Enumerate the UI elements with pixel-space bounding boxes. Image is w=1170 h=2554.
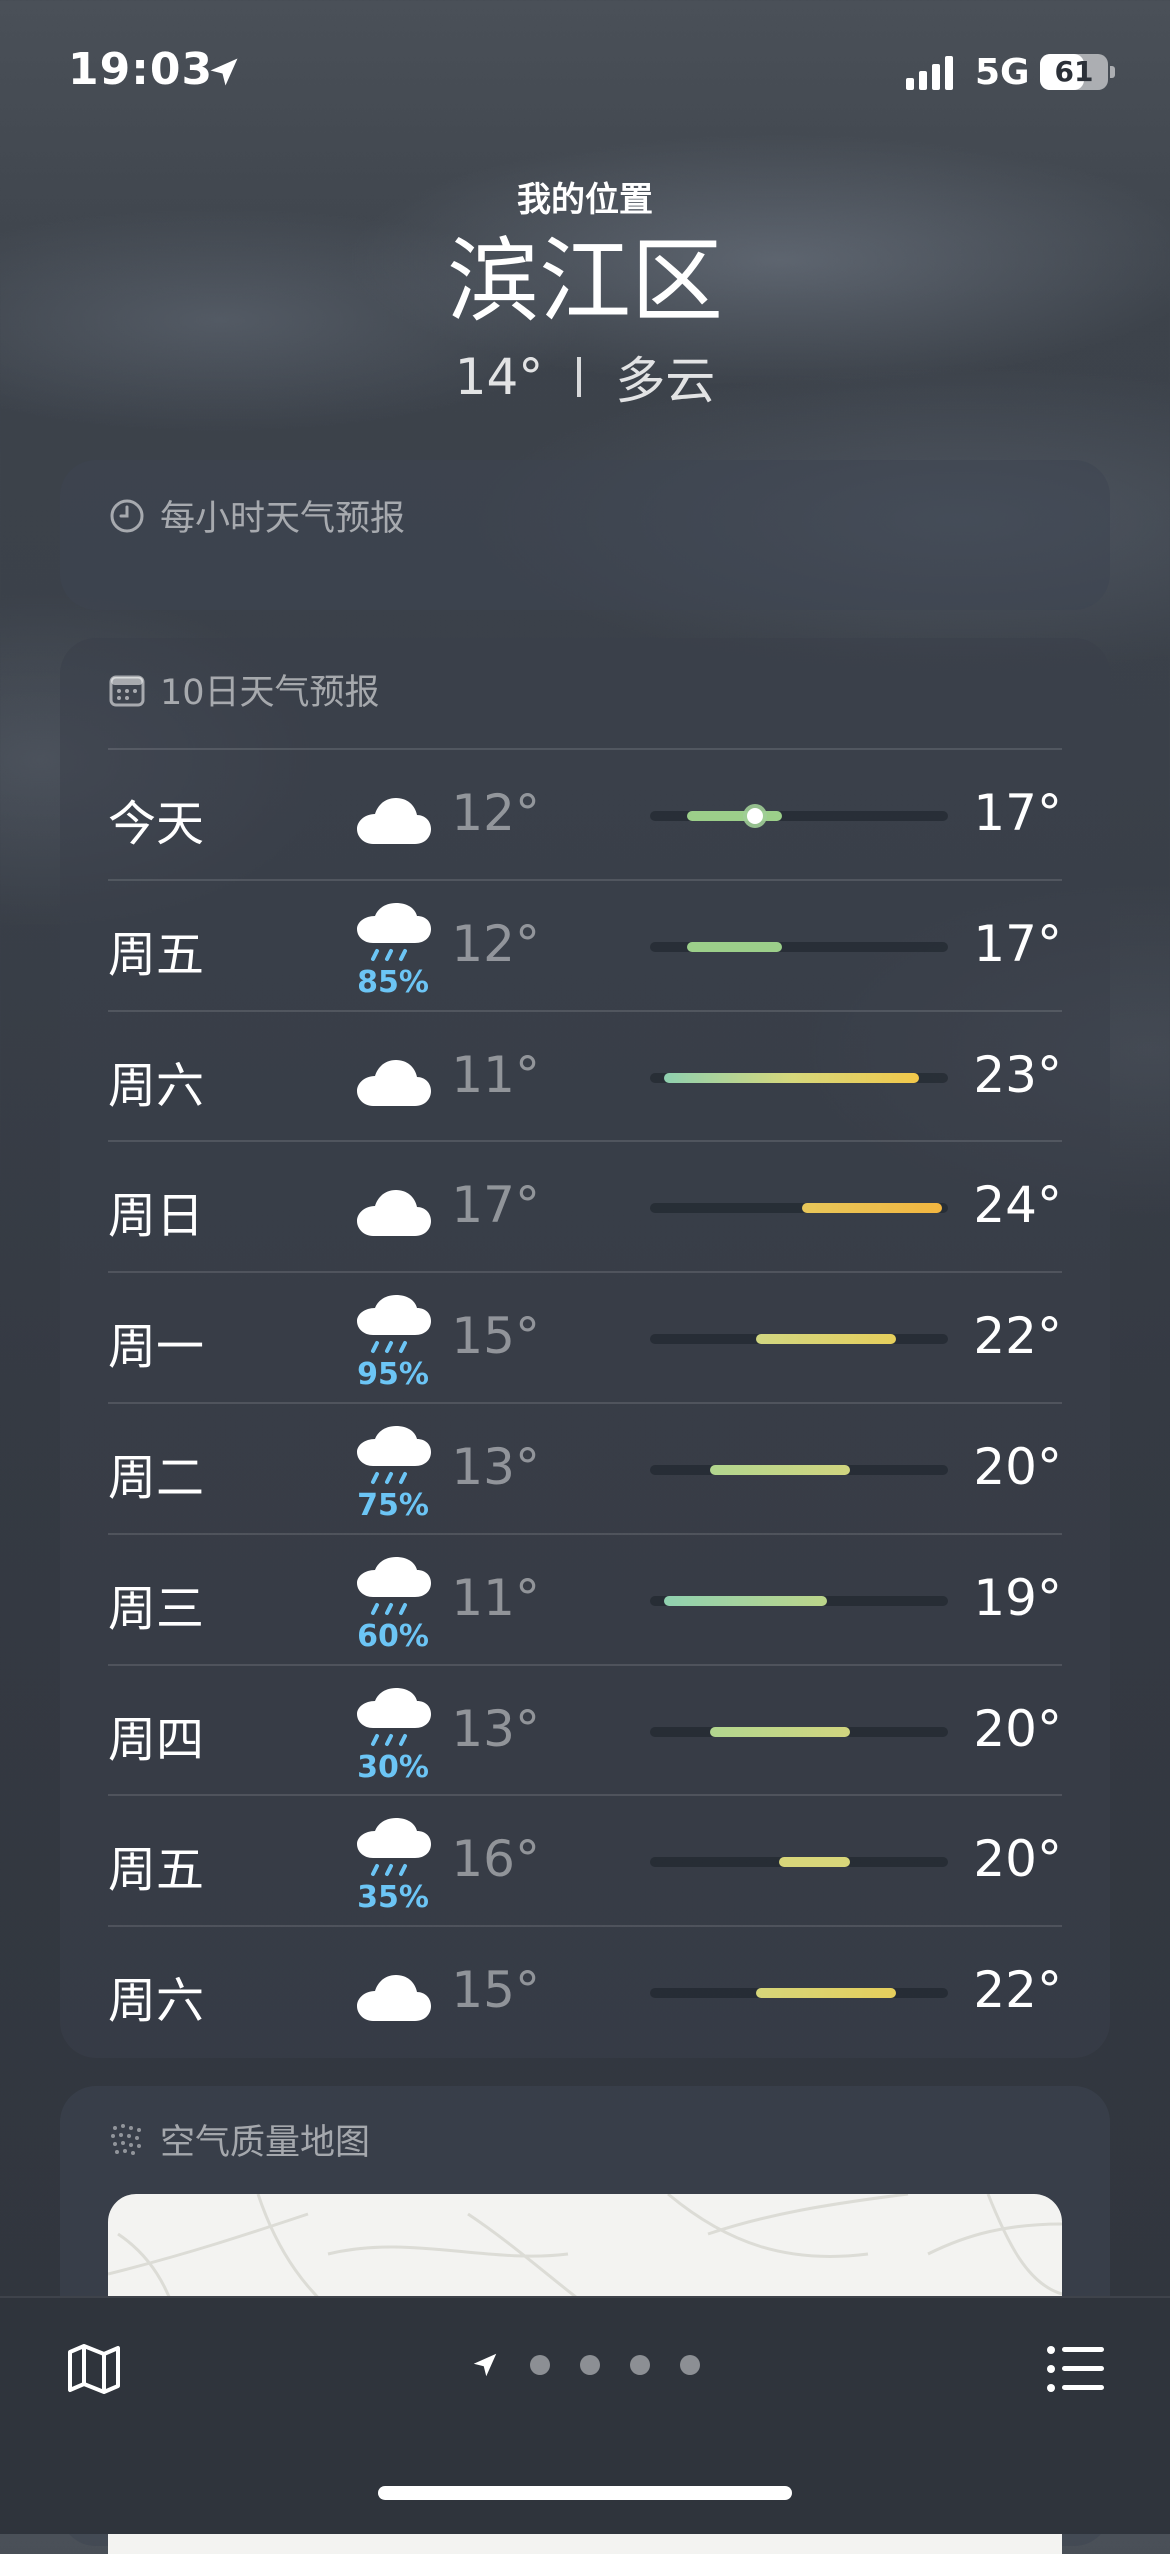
ten-day-forecast-label: 10日天气预报	[160, 673, 380, 713]
forecast-day: 周五	[108, 926, 205, 983]
forecast-day: 今天	[108, 796, 205, 852]
temp-range-bar	[650, 1726, 948, 1737]
network-type: 5G	[975, 52, 1030, 93]
low-temp: 12°	[451, 784, 540, 842]
high-temp: 22°	[973, 1307, 1062, 1366]
city-name: 滨江区	[446, 228, 723, 335]
high-temp: 20°	[973, 1699, 1062, 1758]
low-temp: 16°	[451, 1830, 540, 1889]
low-temp: 15°	[451, 1961, 540, 2020]
temp-range-bar	[650, 1203, 948, 1214]
forecast-row[interactable]: 周三 60% 11° 19°	[108, 1532, 1062, 1665]
temp-range-fill	[778, 1857, 851, 1868]
ten-day-forecast-card[interactable]: 10日天气预报 今天 12° 17° 周五 85% 12° 17° 周六 11° 23° 周日 17°…	[60, 638, 1110, 2058]
page-dot[interactable]	[580, 2355, 600, 2375]
temp-range-bar	[650, 808, 948, 824]
forecast-row[interactable]: 周五 85% 12° 17°	[108, 878, 1062, 1011]
low-temp: 12°	[451, 914, 540, 973]
current-location-page-icon[interactable]	[470, 2350, 500, 2380]
forecast-row[interactable]: 今天 12° 17°	[108, 748, 1062, 880]
temp-range-fill	[664, 1072, 920, 1083]
forecast-row[interactable]: 周二 75% 13° 20°	[108, 1402, 1062, 1534]
temp-range-fill	[755, 1988, 897, 1999]
divider	[577, 357, 582, 397]
high-temp: 19°	[973, 1568, 1062, 1627]
temp-range-bar	[650, 941, 948, 952]
status-time: 19:03	[68, 44, 214, 95]
forecast-row[interactable]: 周六 11° 23°	[108, 1009, 1062, 1142]
page-dot[interactable]	[530, 2355, 550, 2375]
battery-icon: 61	[1040, 54, 1108, 90]
temp-range-fill	[709, 1726, 851, 1737]
forecast-day: 周五	[108, 1842, 205, 1899]
current-condition: 多云	[615, 352, 716, 410]
air-quality-dots-icon	[111, 2123, 141, 2155]
status-bar: 19:03 5G 61	[0, 0, 1170, 150]
temp-range-fill	[755, 1334, 897, 1345]
low-temp: 11°	[451, 1045, 540, 1104]
forecast-day: 周日	[108, 1188, 205, 1245]
temp-range-fill	[801, 1203, 942, 1214]
temp-range-bar	[650, 1988, 948, 1999]
temp-range-bar	[650, 1857, 948, 1868]
current-temp: 14°	[454, 348, 544, 406]
temp-range-fill	[709, 1465, 851, 1475]
temp-range-bar	[650, 1072, 948, 1083]
hourly-forecast-title: 每小时天气预报	[108, 490, 405, 541]
high-temp: 17°	[973, 784, 1062, 842]
forecast-row[interactable]: 周一 95% 15° 22°	[108, 1271, 1062, 1403]
temp-range-fill	[664, 1595, 828, 1606]
forecast-day: 周二	[108, 1450, 205, 1506]
forecast-row[interactable]: 周五 35% 16° 20°	[108, 1794, 1062, 1926]
low-temp: 11°	[451, 1568, 540, 1627]
temp-range-fill	[686, 811, 782, 821]
calendar-icon	[109, 675, 145, 706]
forecast-day: 周三	[108, 1580, 205, 1637]
map-icon[interactable]	[64, 2338, 124, 2398]
high-temp: 23°	[973, 1045, 1062, 1104]
ten-day-forecast-title: 10日天气预报	[108, 664, 380, 715]
current-temp-marker	[746, 808, 763, 824]
high-temp: 17°	[973, 914, 1062, 973]
temp-range-bar	[650, 1334, 948, 1345]
low-temp: 13°	[451, 1438, 540, 1496]
forecast-day: 周六	[108, 1057, 205, 1114]
forecast-row[interactable]: 周六 15° 22°	[108, 1925, 1062, 2057]
page-dot[interactable]	[630, 2355, 650, 2375]
list-icon[interactable]	[1046, 2344, 1106, 2394]
forecast-day: 周六	[108, 1973, 205, 2030]
forecast-row[interactable]: 周日 17° 24°	[108, 1140, 1062, 1272]
cellular-signal-icon	[906, 56, 953, 90]
air-quality-title: 空气质量地图	[108, 2114, 370, 2165]
temp-range-bar	[650, 1465, 948, 1475]
temp-range-fill	[686, 941, 782, 952]
page-dot[interactable]	[680, 2355, 700, 2375]
hourly-forecast-card[interactable]: 每小时天气预报	[60, 460, 1110, 610]
low-temp: 17°	[451, 1176, 540, 1235]
current-conditions: 14° 多云	[0, 341, 1170, 413]
high-temp: 20°	[973, 1830, 1062, 1889]
forecast-day: 周一	[108, 1319, 205, 1376]
hourly-forecast-label: 每小时天气预报	[160, 499, 406, 539]
high-temp: 22°	[973, 1961, 1062, 2020]
high-temp: 24°	[973, 1176, 1062, 1235]
location-arrow-icon	[210, 58, 238, 86]
location-header: 我的位置 滨江区 14° 多云	[0, 172, 1170, 413]
forecast-day: 周四	[108, 1711, 205, 1768]
air-quality-label: 空气质量地图	[160, 2123, 371, 2163]
page-indicator[interactable]	[470, 2350, 700, 2380]
home-indicator[interactable]	[378, 2486, 792, 2500]
my-location-label: 我的位置	[517, 180, 653, 220]
forecast-row[interactable]: 周四 30% 13° 20°	[108, 1663, 1062, 1796]
battery-level: 61	[1054, 55, 1094, 88]
high-temp: 20°	[973, 1438, 1062, 1496]
low-temp: 13°	[451, 1699, 540, 1758]
temp-range-bar	[650, 1595, 948, 1606]
clock-icon	[110, 499, 144, 532]
low-temp: 15°	[451, 1307, 540, 1366]
